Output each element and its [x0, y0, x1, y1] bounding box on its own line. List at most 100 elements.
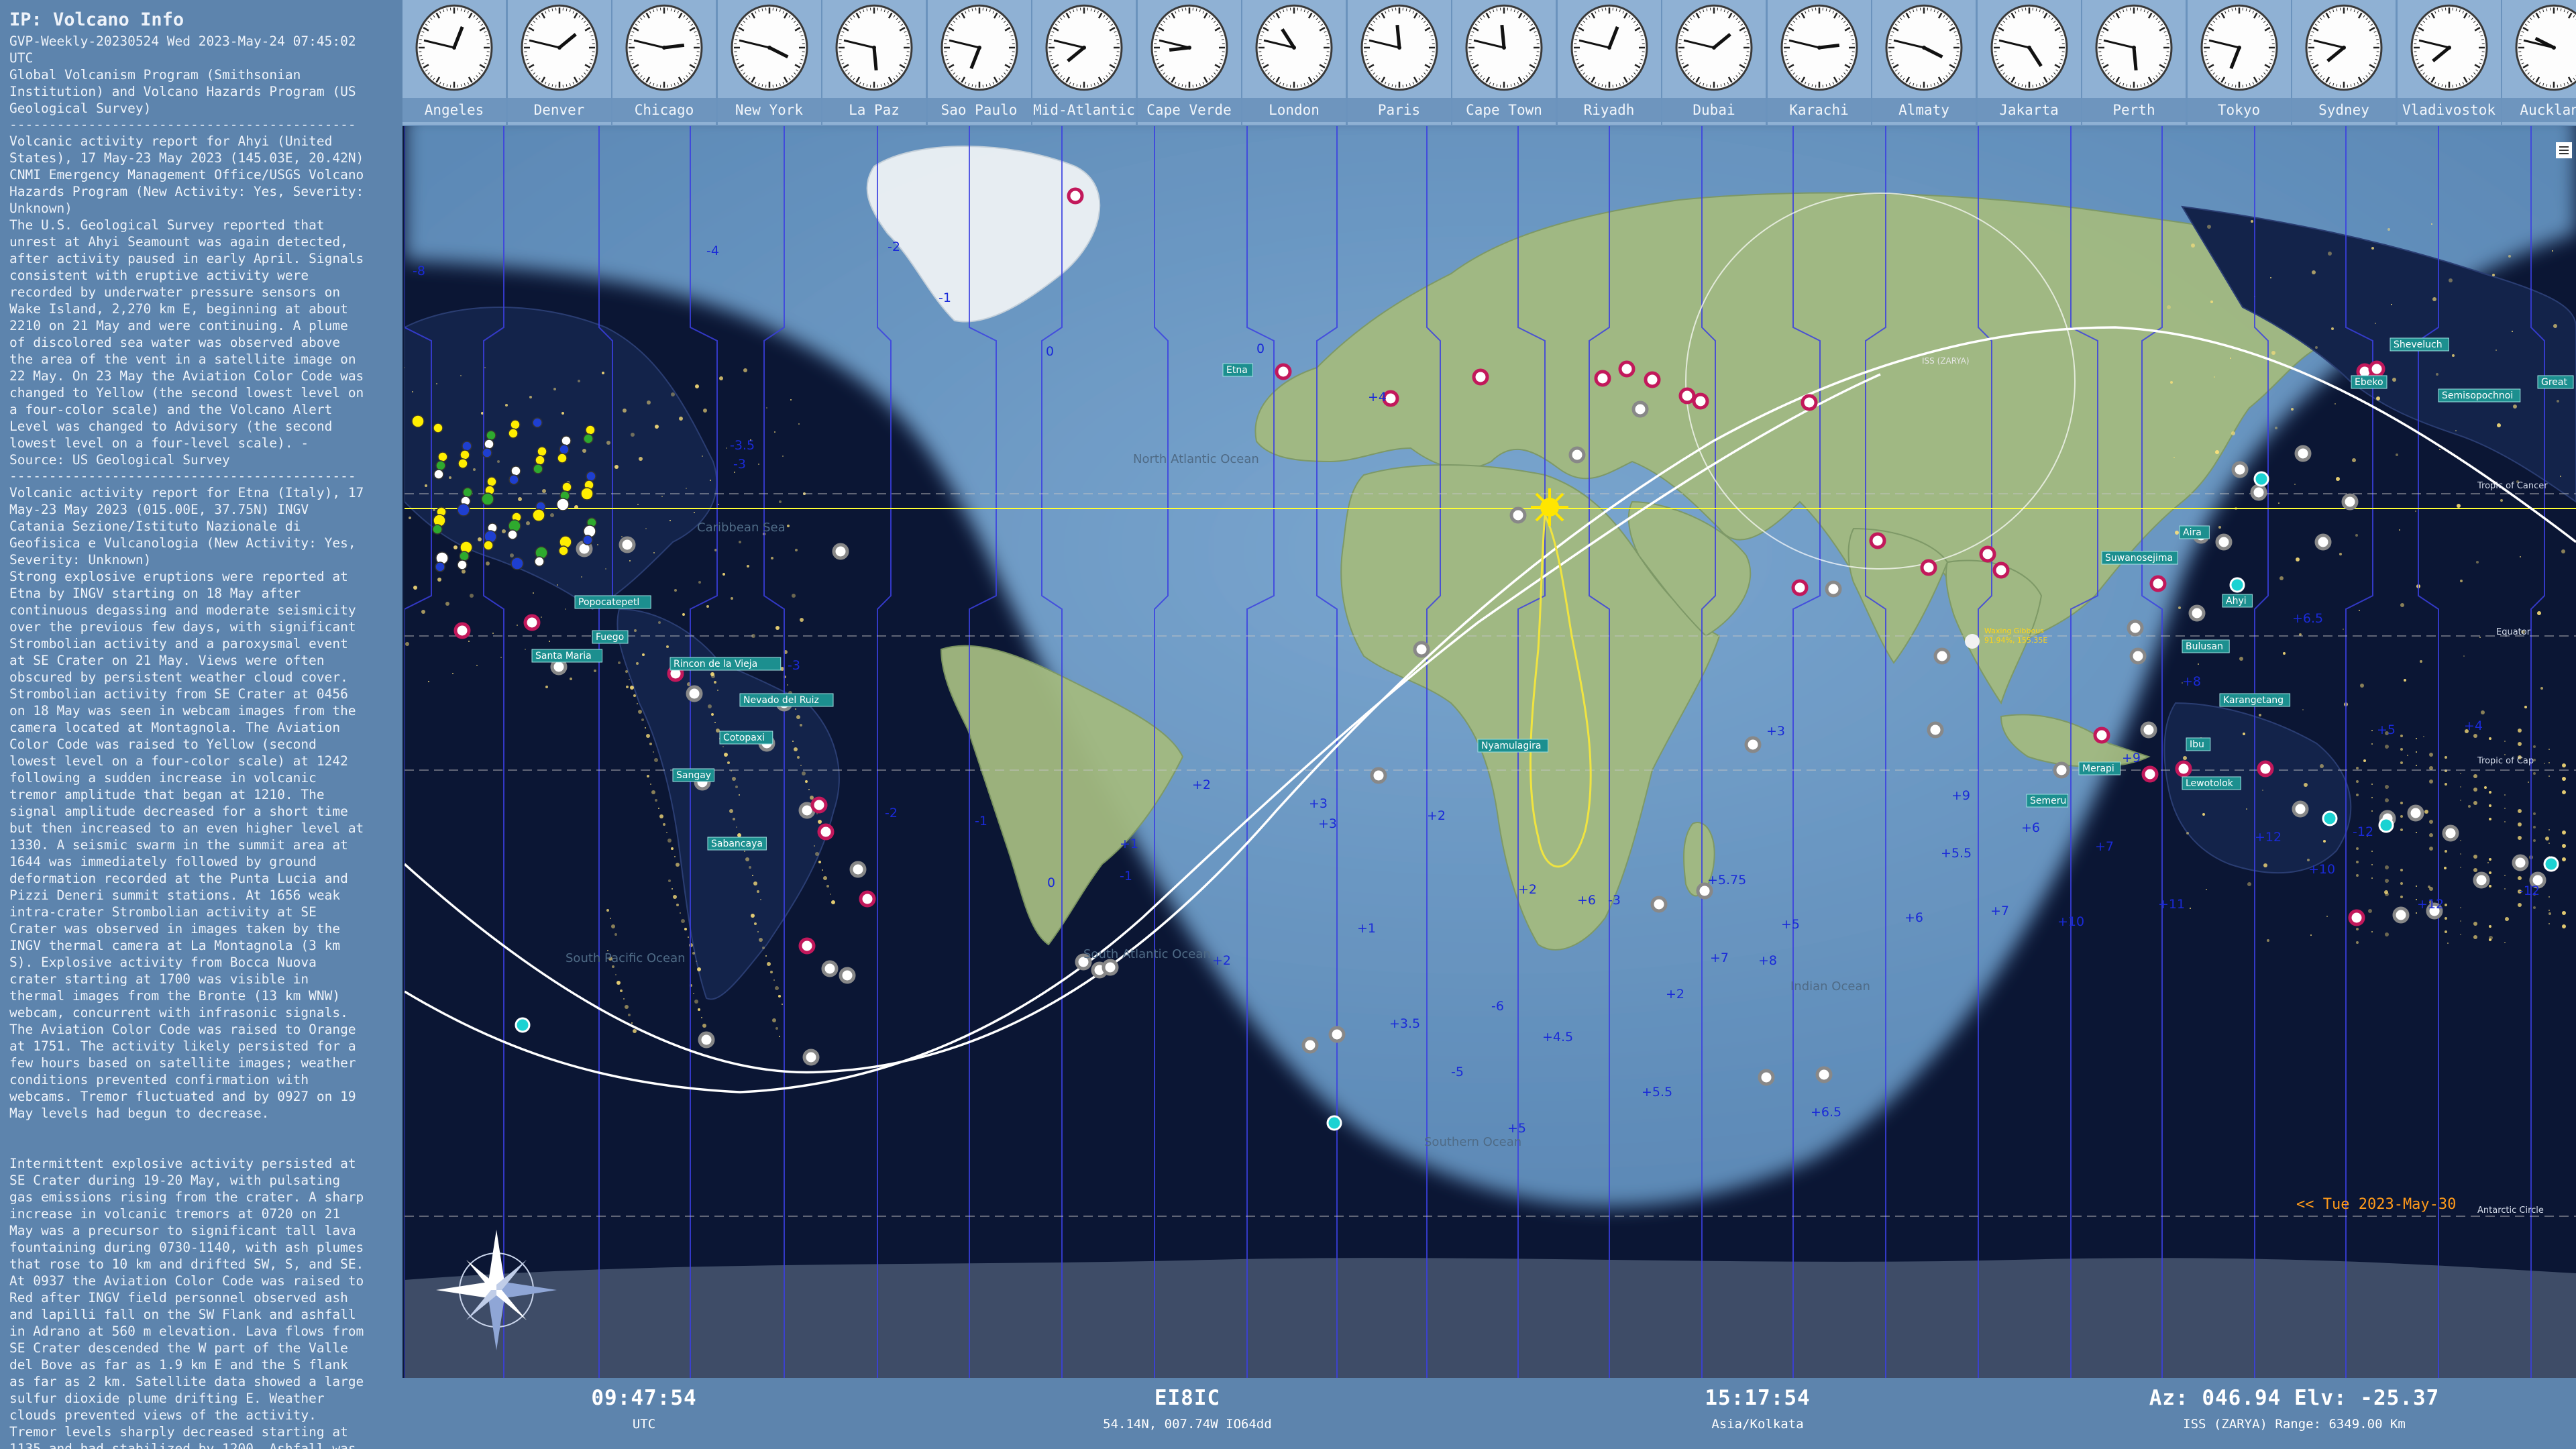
volcano-marker [802, 1049, 820, 1066]
text-line: increase in volcanic tremors at 0720 on … [9, 1206, 341, 1222]
earthquake-marker [558, 545, 569, 556]
volcano-marker [1927, 721, 1944, 739]
volcano-marker [2053, 761, 2070, 779]
text-line: consistent with eruptive activity were [9, 268, 309, 283]
text-line: 1135 and had stabilized by 1200. Ashfall… [9, 1441, 356, 1449]
clock-chicago[interactable]: Chicago [612, 0, 716, 125]
volcano-marker [1744, 736, 1762, 753]
text-line: INGV thermal camera at La Montagnola (3 … [9, 938, 341, 953]
clock-paris[interactable]: Paris [1347, 0, 1451, 125]
clock-mid-atlantic[interactable]: Mid-Atlantic [1032, 0, 1136, 125]
volcano-label: Lewotolok [2186, 778, 2234, 789]
volcano-label: Nevado del Ruiz [743, 695, 819, 706]
text-line: deformation recorded at the Punta Lucia … [9, 871, 348, 886]
panel-title: IP: Volcano Info [9, 9, 184, 30]
moon-phase-label: Waxing Gibbous [1984, 627, 2044, 635]
timezone-label: -5 [1451, 1065, 1464, 1079]
clock-cape-town[interactable]: Cape Town [1452, 0, 1556, 125]
clock-london[interactable]: London [1242, 0, 1346, 125]
text-line: Geological Survey) [9, 101, 152, 116]
timezone-label: +11 [2158, 897, 2185, 912]
latitude-line-label: Tropic of Cancer [2477, 481, 2548, 491]
timezone-label: -1 [975, 814, 987, 828]
text-line: Catania Sezione/Istituto Nazionale di [9, 519, 301, 534]
clock-almaty[interactable]: Almaty [1872, 0, 1976, 125]
text-line: fountaining during 0730-1140, with ash p… [9, 1240, 364, 1255]
clock-face-icon [625, 4, 703, 91]
clock-face-icon [1255, 4, 1333, 91]
clock-city-label: New York [717, 98, 821, 122]
volcano-marker [1979, 545, 1996, 563]
volcano-marker [1758, 1069, 1775, 1086]
volcano-label: Suwanosejima [2105, 553, 2173, 564]
clock-denver[interactable]: Denver [507, 0, 611, 125]
earthquake-marker [486, 430, 496, 441]
clock-face-icon [1570, 4, 1648, 91]
timezone-label: -4 [706, 244, 719, 258]
clock-perth[interactable]: Perth [2082, 0, 2186, 125]
earthquake-marker [435, 460, 446, 471]
timezone-label: +5 [1781, 917, 1800, 932]
world-map[interactable]: -8 -4 -2 -1 0 -3.5 -3 -3 -2 -1 0 +1 +2 +3 +2 +3 +4 +5 +6 +7… [405, 126, 2576, 1378]
menu-icon[interactable] [2556, 142, 2572, 158]
clock-city-label: Vladivostok [2397, 98, 2501, 122]
clock-dubai[interactable]: Dubai [1662, 0, 1766, 125]
clock-sao-paulo[interactable]: Sao Paulo [927, 0, 1031, 125]
timezone-label: +5 [2377, 722, 2396, 737]
text-line: intra-crater Strombolian activity at SE [9, 904, 317, 920]
clock-cape-verde[interactable]: Cape Verde [1137, 0, 1241, 125]
separator: ----------------------------------------… [9, 468, 356, 484]
volcano-label: Santa Maria [535, 651, 592, 661]
text-line: sulfur dioxide plume drifting E. Weather [9, 1391, 325, 1406]
clock-la-paz[interactable]: La Paz [822, 0, 926, 125]
timezone-label: +9 [1951, 788, 1970, 803]
timezone-label: +10 [2057, 914, 2084, 929]
volcano-marker-cyan [2229, 577, 2245, 593]
text-line: Strong explosive eruptions were reported… [9, 569, 348, 584]
clock-sydney[interactable]: Sydney [2292, 0, 2396, 125]
text-line: a four-color scale) and the Volcano Aler… [9, 402, 333, 417]
volcano-marker [2348, 909, 2365, 926]
clock-city-label: Tokyo [2187, 98, 2291, 122]
clock-auckland[interactable]: Auckland [2502, 0, 2576, 125]
timezone-label: +6.5 [1811, 1105, 1841, 1120]
volcano-marker [2294, 445, 2312, 462]
satellite-info: Az: 046.94 Elv: -25.37 ISS (ZARYA) Range… [2106, 1386, 2482, 1432]
panel-header: GVP-Weekly-20230524 Wed 2023-May-24 07:4… [9, 33, 396, 117]
text-line: CNMI Emergency Management Office/USGS Vo… [9, 167, 364, 182]
text-line: May-23 May 2023 (015.00E, 37.75N) INGV [9, 502, 309, 517]
timezone-label: +6 [2021, 820, 2040, 835]
volcano-marker [849, 861, 867, 878]
text-line: Intermittent explosive activity persiste… [9, 1156, 356, 1171]
earthquake-marker [532, 417, 543, 428]
volcano-marker [1301, 1036, 1319, 1054]
timezone-label: +1 [1357, 921, 1376, 936]
ocean-label: South Pacific Ocean [566, 951, 686, 965]
clock-angeles[interactable]: Angeles [402, 0, 506, 125]
text-line: lowest level on a four-color scale) at 1… [9, 753, 348, 769]
timezone-label: +4 [2464, 718, 2483, 733]
volcano-label: Ibu [2190, 739, 2204, 750]
separator: ----------------------------------------… [9, 117, 356, 132]
volcano-label: Ahyi [2226, 596, 2247, 606]
timezone-label: +2 [1427, 808, 1446, 823]
side-panel: IP: Volcano Info GVP-Weekly-20230524 Wed… [0, 0, 402, 1449]
clock-city-label: Angeles [402, 98, 506, 122]
volcano-marker [2140, 721, 2157, 739]
earthquake-marker [534, 556, 545, 567]
clock-city-label: Sao Paulo [927, 98, 1031, 122]
clock-new-york[interactable]: New York [717, 0, 821, 125]
clock-riyadh[interactable]: Riyadh [1557, 0, 1661, 125]
local-zone: Asia/Kolkata [1711, 1417, 1804, 1432]
volcano-marker-cyan [1326, 1115, 1342, 1131]
clock-tokyo[interactable]: Tokyo [2187, 0, 2291, 125]
earthquake-marker [535, 455, 545, 466]
clock-jakarta[interactable]: Jakarta [1977, 0, 2081, 125]
earthquake-marker [561, 435, 572, 446]
latitude-line-label: Tropic of Cap [2477, 756, 2534, 766]
timezone-label: +12 [2255, 830, 2282, 845]
clock-vladivostok[interactable]: Vladivostok [2397, 0, 2501, 125]
clock-karachi[interactable]: Karachi [1767, 0, 1871, 125]
volcano-label: Sangay [676, 770, 711, 781]
station-location: 54.14N, 007.74W IO64dd [1103, 1417, 1272, 1432]
